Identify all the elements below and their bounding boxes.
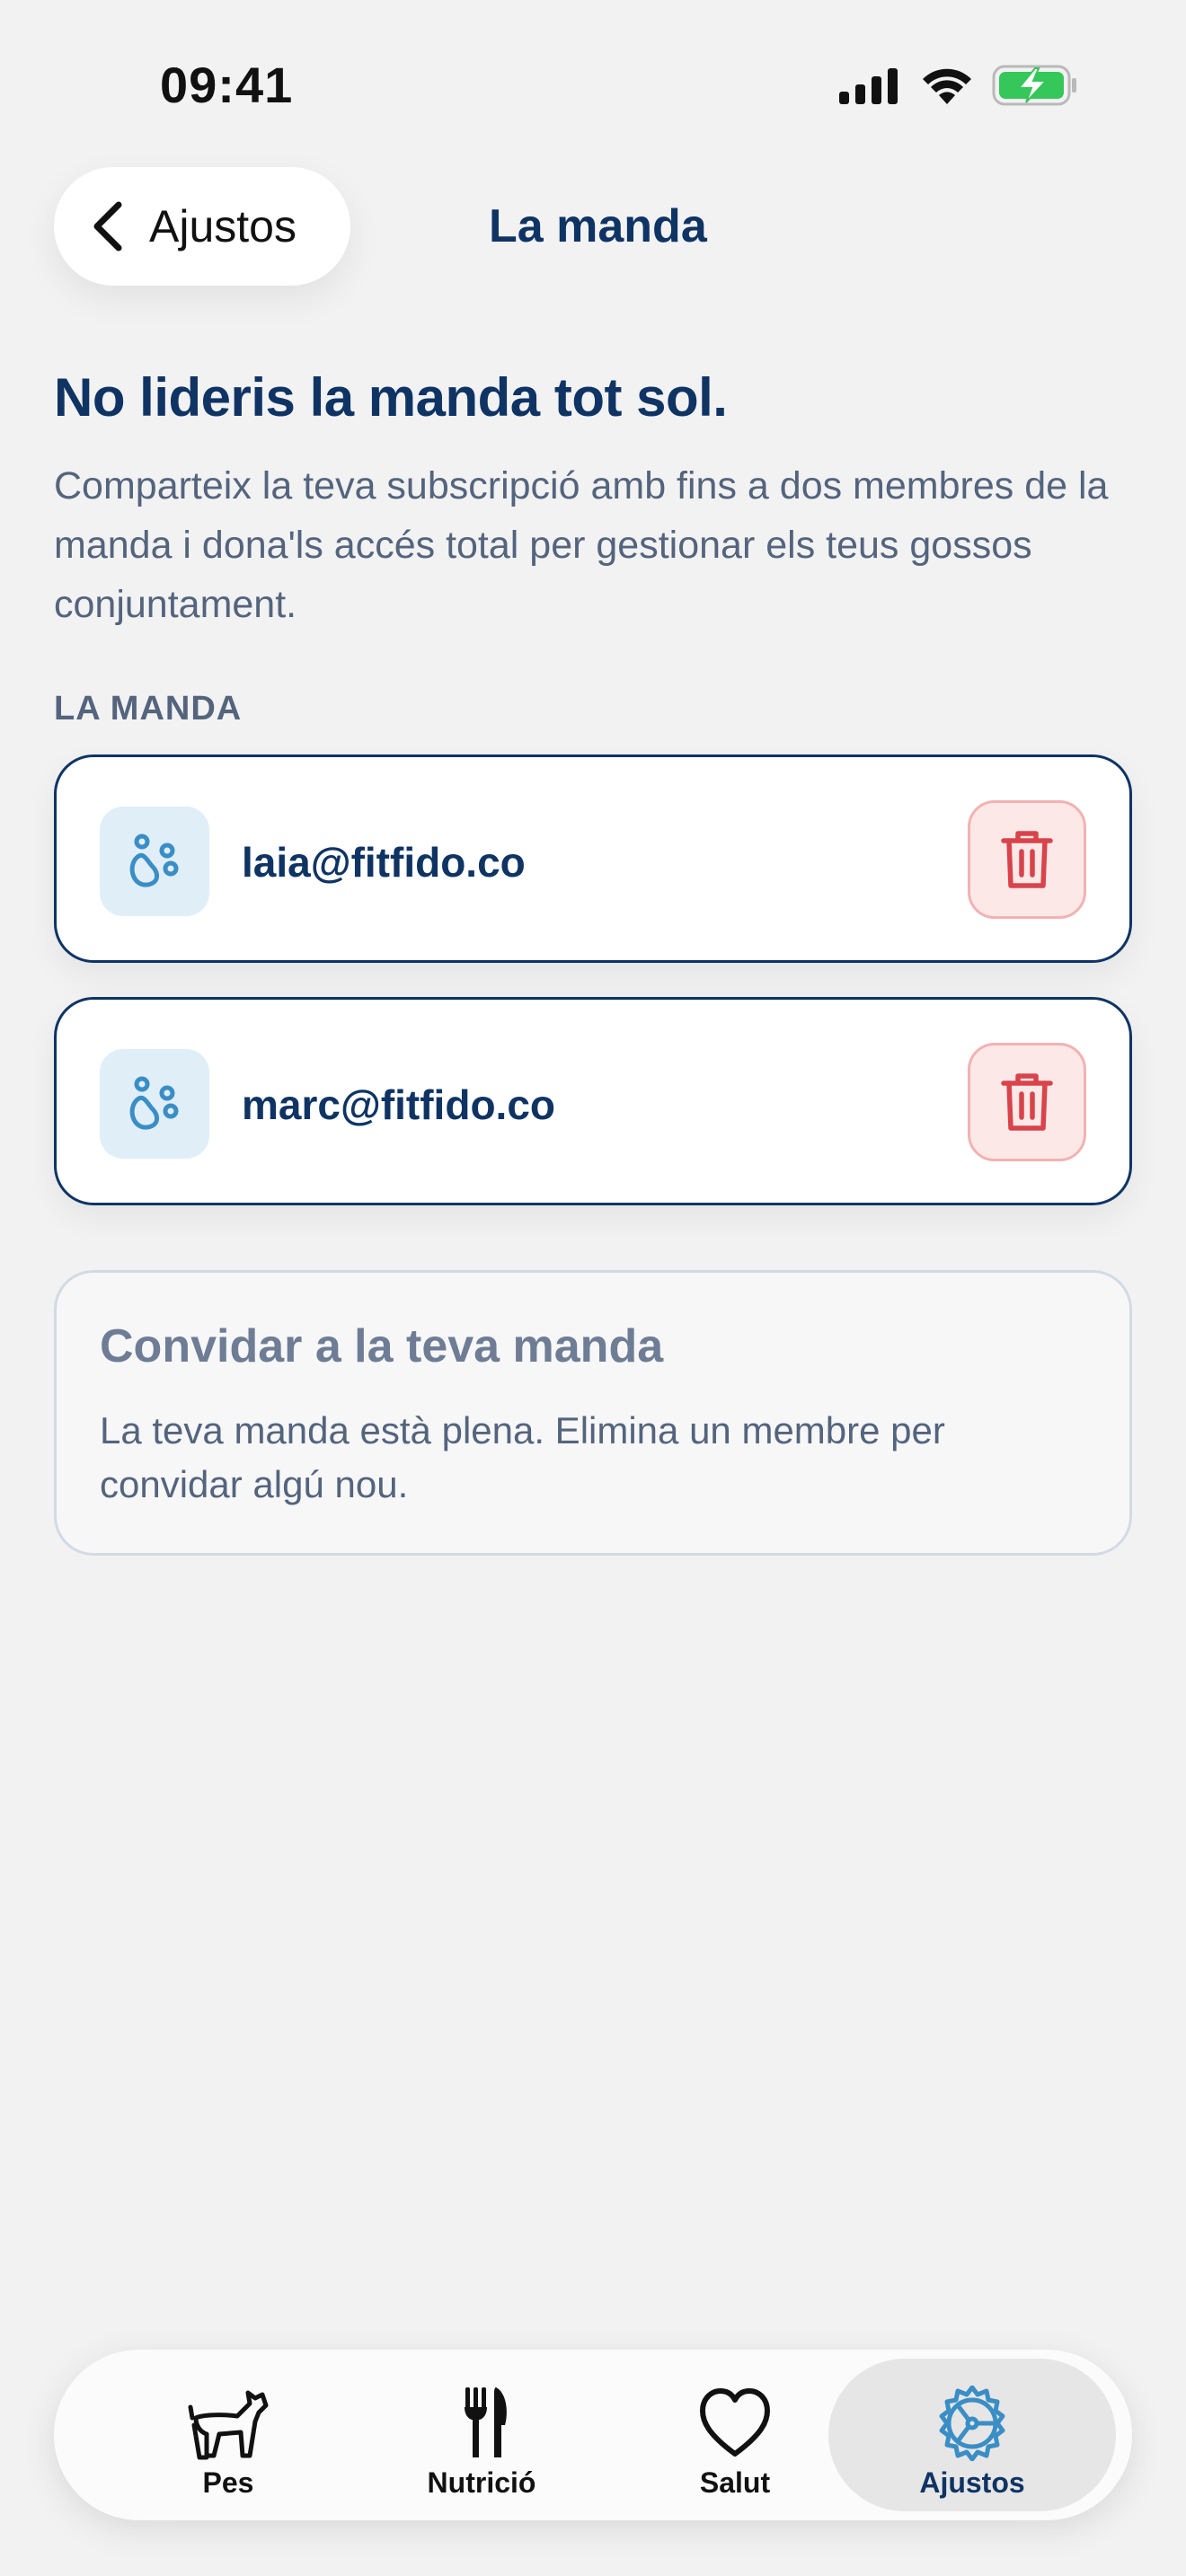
chevron-left-icon: [93, 201, 122, 251]
back-button-label: Ajustos: [149, 201, 296, 251]
dog-icon: [188, 2390, 269, 2460]
tab-label: Ajustos: [919, 2466, 1025, 2499]
tab-label: Salut: [699, 2466, 771, 2499]
member-avatar: [100, 807, 209, 916]
trash-icon: [1001, 831, 1053, 888]
delete-member-button[interactable]: [968, 1043, 1086, 1161]
delete-member-button[interactable]: [968, 800, 1086, 919]
tab-nutricio[interactable]: Nutrició: [338, 2359, 625, 2511]
fork-knife-icon: [465, 2387, 507, 2457]
section-heading: No lideris la manda tot sol.: [54, 367, 728, 428]
tab-pes[interactable]: Pes: [84, 2359, 372, 2511]
members-section-label: LA MANDA: [54, 690, 243, 728]
tab-bar: Pes Nutrició Salut Ajustos: [54, 2350, 1132, 2520]
member-card: marc@fitfido.co: [54, 997, 1132, 1205]
status-time: 09:41: [160, 57, 294, 113]
back-button[interactable]: Ajustos: [54, 167, 350, 286]
tab-label: Nutrició: [427, 2466, 536, 2499]
invite-card: Convidar a la teva manda La teva manda e…: [54, 1270, 1132, 1556]
member-email: marc@fitfido.co: [242, 1081, 555, 1128]
gear-icon: [939, 2386, 1005, 2461]
page-title: La manda: [489, 200, 707, 252]
trash-icon: [1001, 1073, 1053, 1131]
paw-icon: [129, 834, 179, 887]
tab-label: Pes: [202, 2466, 254, 2499]
tab-ajustos[interactable]: Ajustos: [828, 2359, 1116, 2511]
section-description: Comparteix la teva subscripció amb fins …: [54, 464, 1109, 626]
member-email: laia@fitfido.co: [242, 839, 526, 886]
member-avatar: [100, 1049, 209, 1159]
invite-title: Convidar a la teva manda: [100, 1320, 664, 1372]
heart-icon: [700, 2388, 770, 2457]
member-card: laia@fitfido.co: [54, 754, 1132, 963]
battery-charging-icon: [992, 65, 1076, 106]
cellular-signal-icon: [839, 68, 898, 104]
invite-full-message: La teva manda està plena. Elimina un mem…: [100, 1409, 945, 1505]
wifi-icon: [923, 68, 971, 104]
paw-icon: [129, 1076, 179, 1130]
